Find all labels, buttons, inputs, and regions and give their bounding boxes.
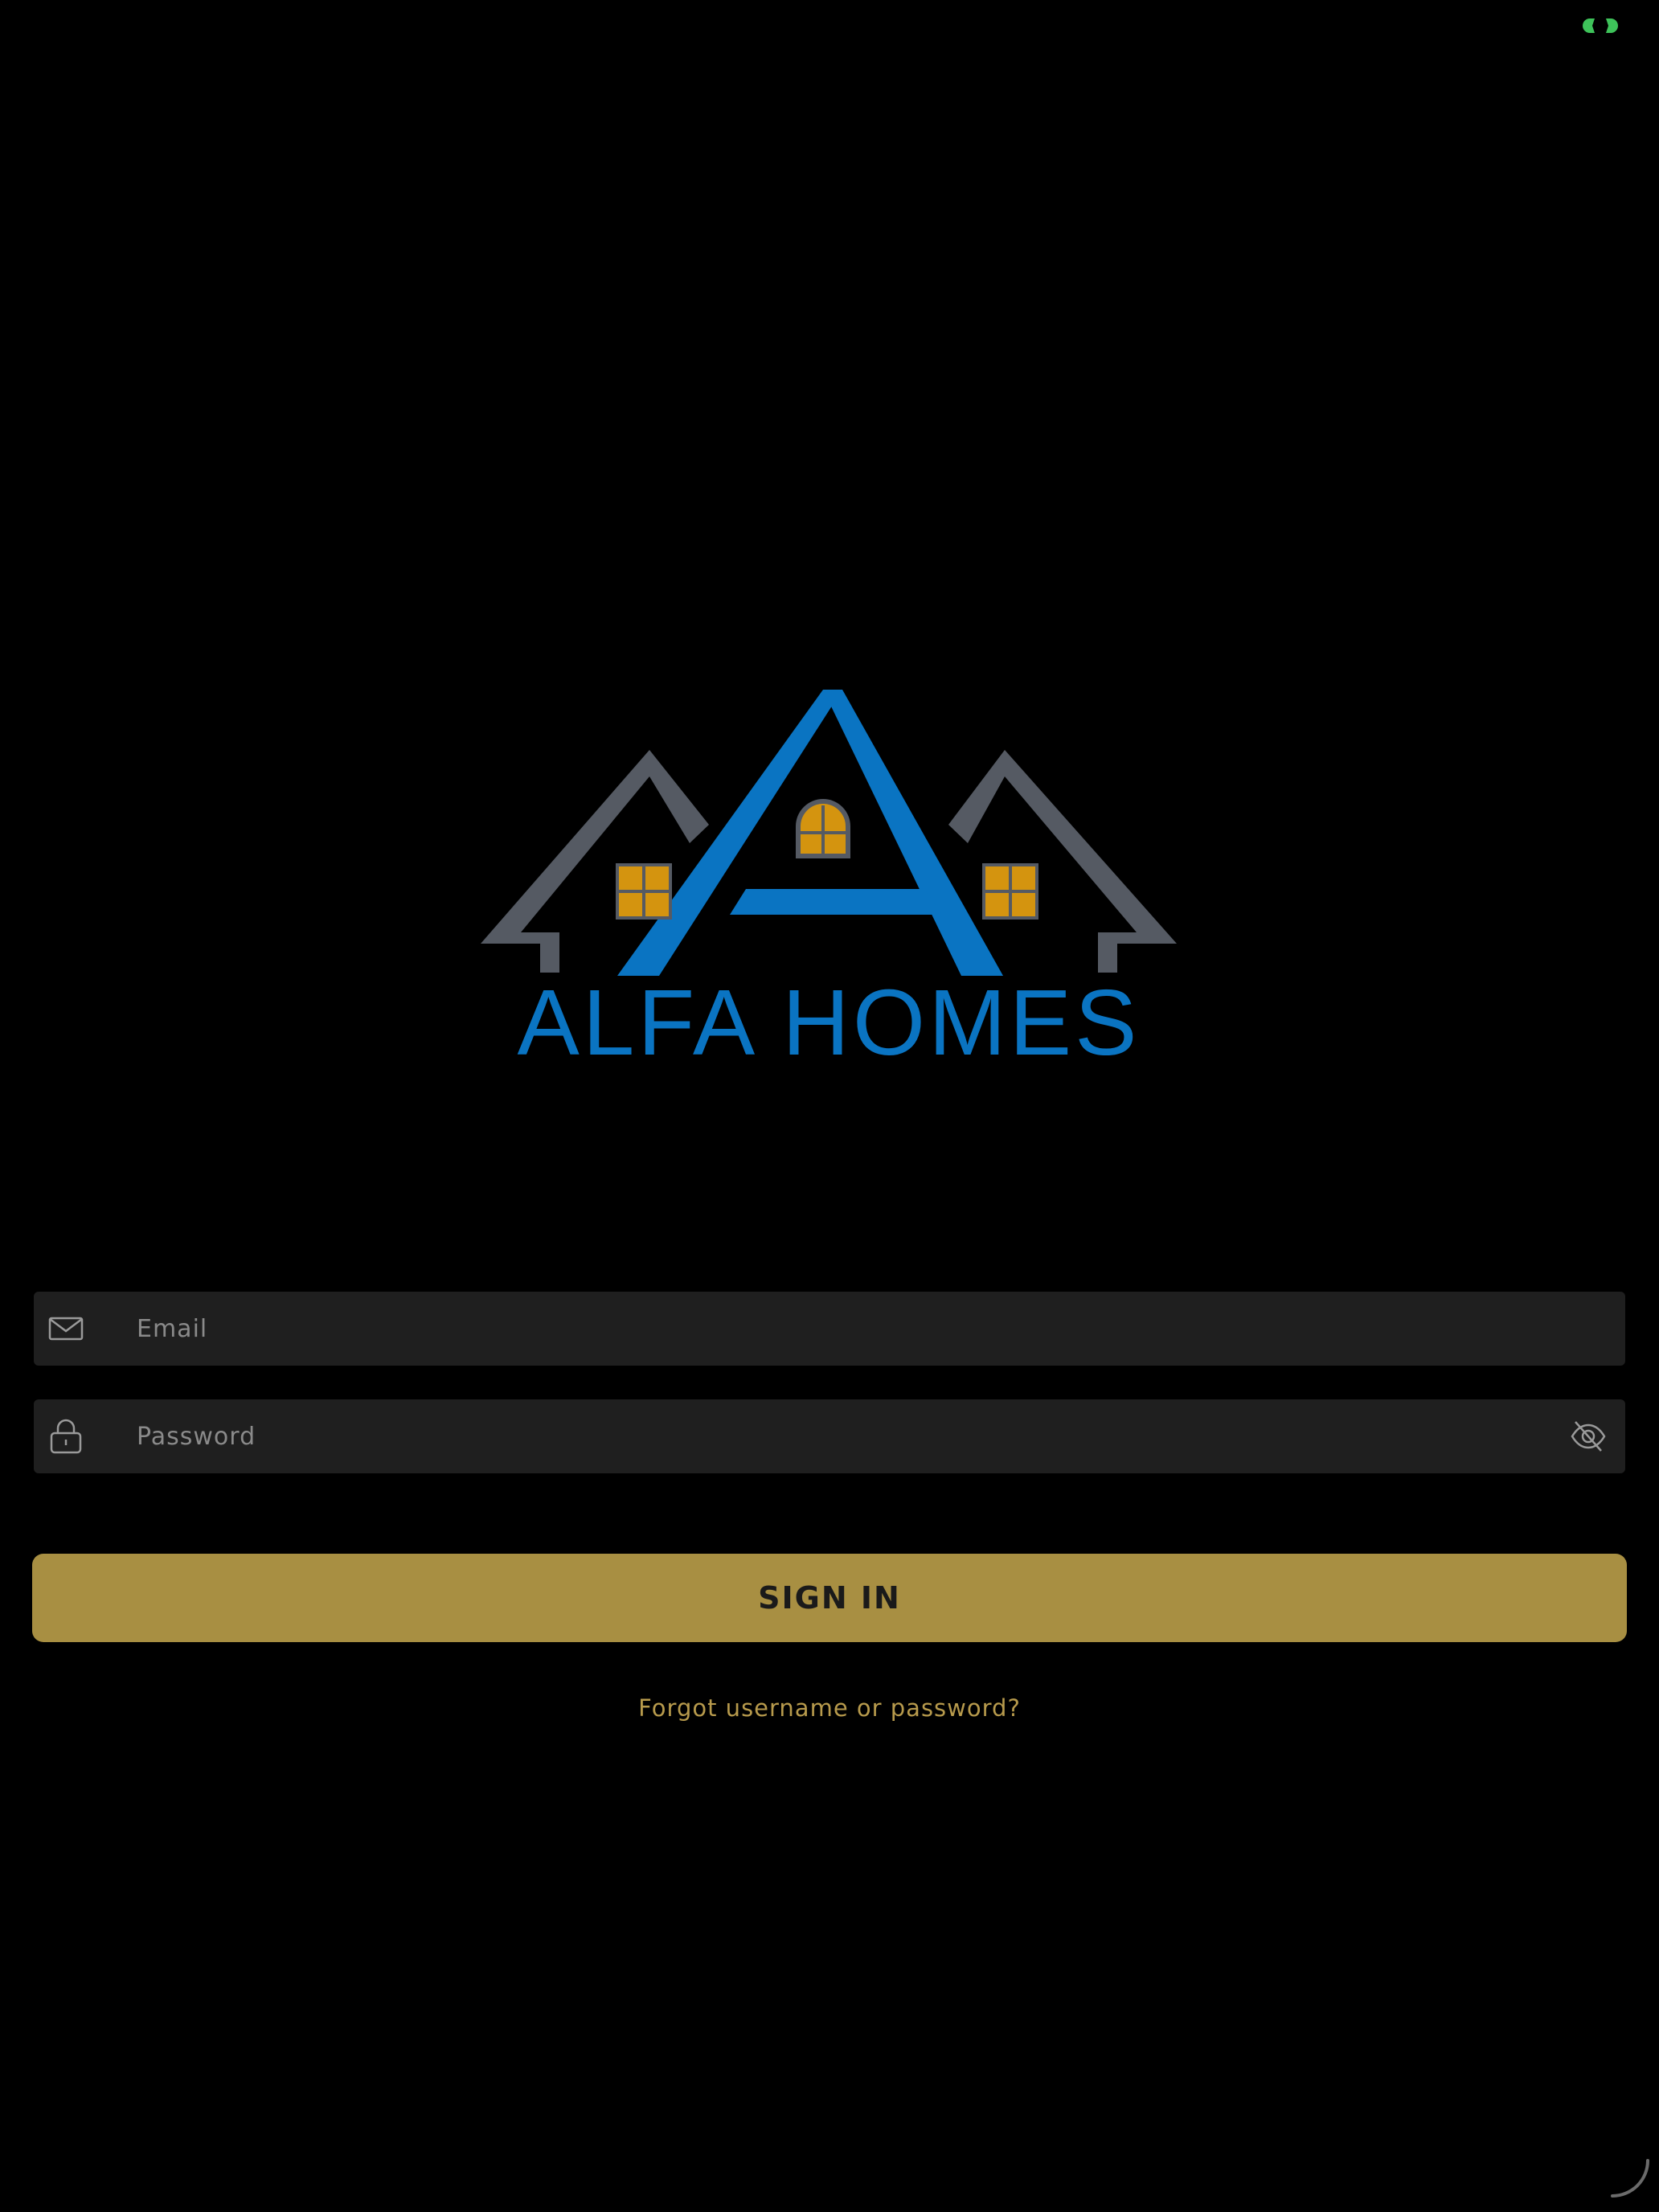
lock-icon xyxy=(50,1419,82,1454)
right-window xyxy=(982,863,1038,920)
resize-handle-icon[interactable] xyxy=(1609,2157,1651,2199)
arched-window xyxy=(796,799,850,858)
brand-name: ALFA HOMES xyxy=(518,970,1141,1061)
forgot-credentials-link[interactable]: Forgot username or password? xyxy=(0,1694,1659,1722)
eye-off-icon[interactable] xyxy=(1569,1417,1608,1456)
blue-a-crossbar xyxy=(730,889,942,915)
email-field[interactable] xyxy=(34,1292,1625,1366)
sign-in-button[interactable]: SIGN IN xyxy=(32,1554,1627,1642)
password-field[interactable] xyxy=(34,1399,1625,1473)
email-input[interactable] xyxy=(103,1292,1550,1366)
mail-icon xyxy=(48,1317,84,1341)
right-roof xyxy=(948,750,1177,973)
password-input[interactable] xyxy=(103,1399,1550,1473)
login-screen: ALFA HOMES SIGN IN Forgot username or pa… xyxy=(0,0,1659,2212)
left-window xyxy=(616,863,672,920)
camera-indicator-icon xyxy=(1583,18,1618,33)
alfa-homes-logo: ALFA HOMES xyxy=(481,690,1177,1061)
